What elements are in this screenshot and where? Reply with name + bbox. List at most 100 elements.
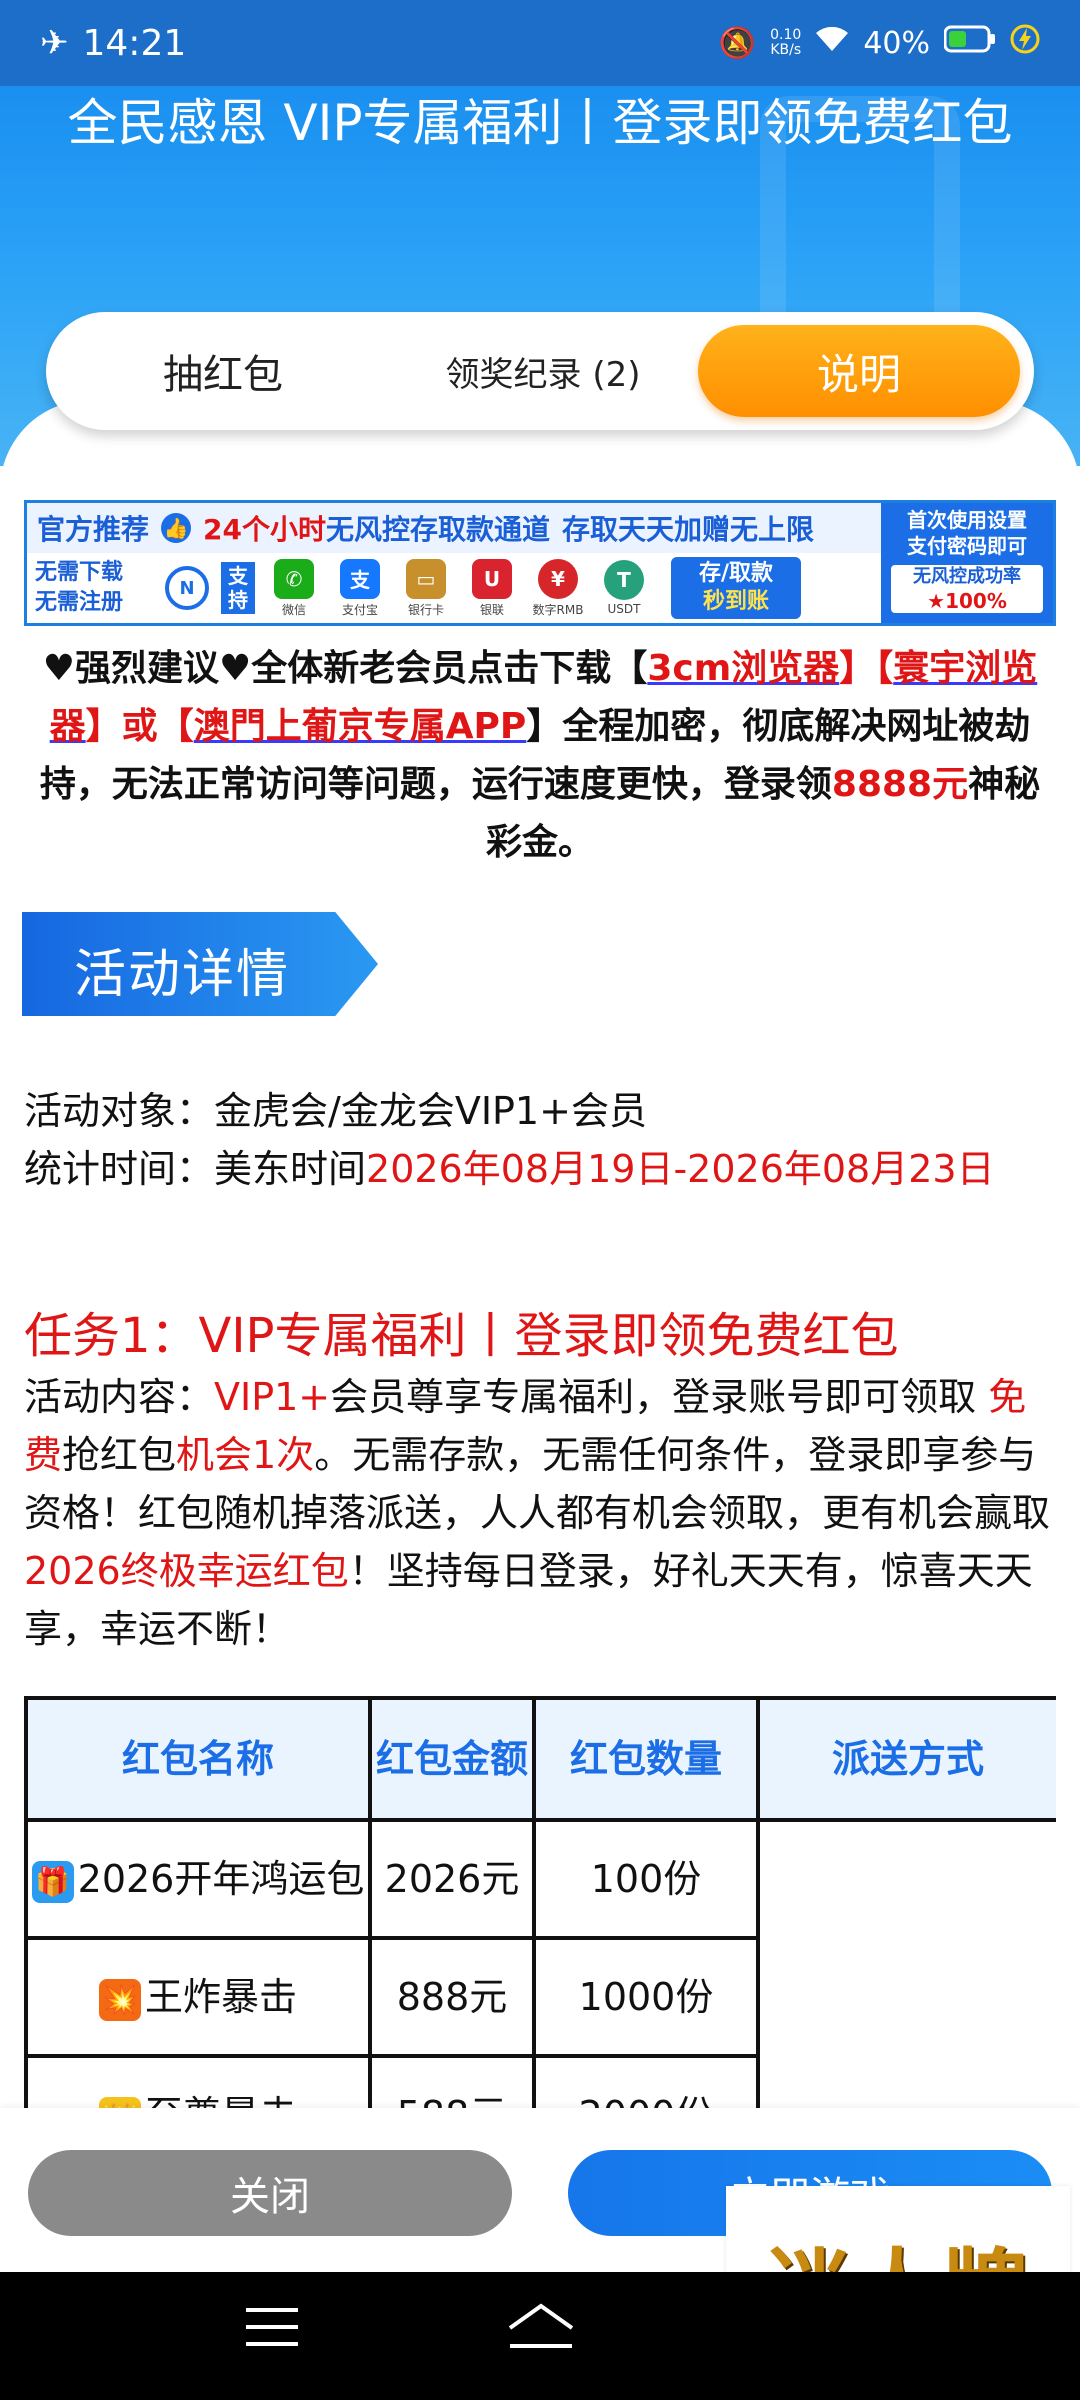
screen: ✈ 14:21 🔕 0.10 KB/s 40% 全民感恩 VIP专属福利丨登录即… [0,0,1080,2400]
activity-time: 统计时间：美东时间2026年08月19日-2026年08月23日 [24,1140,1060,1198]
section-title: 活动详情 [74,945,291,1005]
payment-label: 银行卡 [407,602,444,617]
task-highlight: VIP1+ [214,1375,331,1419]
task-title: 任务1：VIP专属福利丨登录即领免费红包 [24,1308,899,1364]
tab-prize-records[interactable]: 领奖纪录 (2) [388,325,698,417]
activity-target-label: 活动对象： [24,1089,215,1133]
payment-unionpay: U 银联 [465,558,519,618]
table-header: 红包名称 [24,1696,372,1822]
task-content: 活动内容：VIP1+会员尊享专属福利，登录账号即可领取 免费抢红包机会1次。无需… [24,1368,1060,1658]
payment-label: 银联 [479,602,504,617]
charging-icon [1010,24,1040,62]
explosion-icon: 💥 [98,1978,141,2021]
airplane-mode-icon: ✈ [40,23,69,63]
payment-label: 支付宝 [341,602,378,617]
link-macau-app[interactable]: 澳門上葡京专属APP [194,706,527,747]
banner-right-line: 无风控成功率 [913,566,1021,587]
table-row: 🎁 2026开年鸿运包 2026元 100份 [24,1818,1056,2108]
packet-name-cell: 💥 王炸暴击 [24,1936,372,2058]
packet-name: 王炸暴击 [144,1975,297,2019]
battery-level: 40% [863,25,930,61]
payment-usdt: T USDT [597,560,651,616]
usdt-icon: T [604,560,644,600]
banner-headline-tail: 存取天天加赠无上限 [562,513,815,546]
packet-count: 2000份 [532,2054,760,2108]
banner-tag: 官方推荐 [37,513,150,546]
instant-deposit-badge: 存/取款 秒到账 [671,557,801,619]
banner-no-download: 无需下载 [35,560,124,585]
payment-digital-rmb: ¥ 数字RMB [531,558,585,618]
packet-name: 2026开年鸿运包 [77,1857,365,1901]
menu-icon[interactable] [244,2302,300,2363]
activity-time-prefix: 美东时间 [214,1147,367,1191]
banner-support: 支持 [221,562,255,614]
alipay-icon: 支 [340,558,380,599]
packet-name-cell: 🎁 2026开年鸿运包 [24,1818,372,1940]
system-nav-bar [0,2272,1080,2400]
gift-icon: 🎁 [31,1860,74,1903]
crown-icon: 👑 [98,2096,141,2108]
packet-name: 至尊暴击 [145,2093,297,2108]
packet-amount: 888元 [368,1936,536,2058]
bank-card-icon: ▭ [406,558,446,599]
bonus-amount: 8888元 [831,764,969,805]
success-rate: ★100% [927,589,1007,613]
task-text: 会员尊享专属福利，登录账号即可领取 [330,1375,977,1419]
packet-name-cell: 👑 至尊暴击 [24,2054,372,2108]
section-heading: 活动详情 [22,912,378,1016]
banner-headline-highlight: 24个小时 [203,513,326,546]
banner-right-line: 首次使用设置 [907,508,1027,532]
activity-target: 活动对象：金虎会/金龙会VIP1+会员 [24,1082,1060,1140]
badge-line: 秒到账 [702,589,769,614]
close-button[interactable]: 关闭 [28,2150,512,2236]
network-speed: 0.10 KB/s [770,27,802,58]
notice-text: 】或【 [85,706,194,747]
digital-rmb-icon: ¥ [538,558,578,599]
banner-right-panel: 首次使用设置 支付密码即可 无风控成功率 ★100% [881,503,1053,623]
notice-text: 】【 [839,648,894,689]
payment-bank-card: ▭ 银行卡 [399,558,453,618]
no-symbol-icon: N [165,566,209,610]
task-text: 活动内容： [24,1375,215,1419]
payment-wechat: ✆ 微信 [267,558,321,618]
activity-time-label: 统计时间： [24,1147,215,1191]
tab-description[interactable]: 说明 [698,325,1020,417]
tab-draw-red-packet[interactable]: 抽红包 [58,325,388,417]
mute-icon: 🔕 [718,25,757,61]
packet-count: 1000份 [532,1936,760,2058]
wifi-icon [815,25,849,61]
activity-target-value: 金虎会/金龙会VIP1+会员 [214,1089,647,1133]
wechat-pay-icon: ✆ [274,558,314,599]
red-packet-table: 红包名称 红包金额 红包数量 派送方式 🎁 2026开年鸿运包 2026元 100… [24,1696,1056,2108]
promo-banner[interactable]: 官方推荐 👍 24个小时无风控存取款通道 存取天天加赠无上限 无需下载 无需注册… [24,500,1056,626]
battery-icon [943,25,996,61]
thumbs-up-icon: 👍 [161,513,192,543]
activity-time-range: 2026年08月19日-2026年08月23日 [366,1147,995,1191]
notice-text: ♥强烈建议♥全体新老会员点击下载【 [42,648,648,689]
status-bar: ✈ 14:21 🔕 0.10 KB/s 40% [0,0,1080,86]
payment-label: 数字RMB [532,602,584,617]
task-highlight: 2026终极幸运红包 [24,1549,349,1593]
table-header: 红包数量 [532,1696,760,1822]
task-text: 抢红包 [62,1433,177,1477]
link-3cm-browser[interactable]: 3cm浏览器 [647,648,839,689]
tab-bar: 抽红包 领奖纪录 (2) 说明 [46,312,1034,430]
task-highlight: 机会1次 [176,1433,315,1477]
home-icon[interactable] [506,2302,576,2365]
banner-no-register: 无需注册 [35,590,124,615]
table-header: 派送方式 [756,1696,1056,1822]
badge-line: 存/取款 [698,561,774,586]
unionpay-icon: U [472,558,512,599]
packet-amount: 2026元 [368,1818,536,1940]
packet-count: 100份 [532,1818,760,1940]
page-title: 全民感恩 VIP专属福利丨登录即领免费红包 [67,94,1013,152]
payment-alipay: 支支付宝 [333,558,387,618]
download-notice: ♥强烈建议♥全体新老会员点击下载【3cm浏览器】【寰宇浏览器】或【澳門上葡京专属… [26,640,1054,872]
delivery-method-cell [756,1818,1056,2108]
payment-label: 微信 [281,602,306,617]
banner-right-line: 支付密码即可 [907,534,1027,558]
table-header: 红包金额 [368,1696,536,1822]
status-time: 14:21 [82,22,187,64]
banner-headline: 无风控存取款通道 [325,513,550,546]
packet-amount: 588元 [368,2054,536,2108]
